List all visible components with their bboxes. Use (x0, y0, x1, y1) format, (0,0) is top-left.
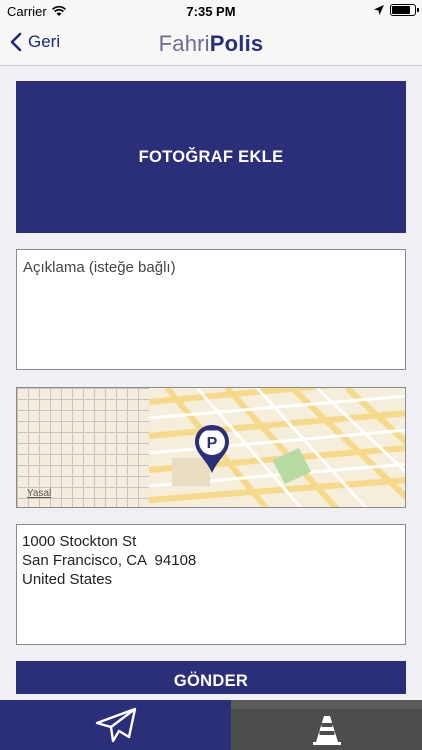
battery-icon (390, 4, 419, 16)
report-form: FOTOĞRAF EKLE Açıklama (isteğe bağlı) Ya… (0, 67, 422, 700)
svg-text:P: P (207, 435, 218, 452)
description-field[interactable]: Açıklama (isteğe bağlı) (16, 249, 406, 370)
logo-light-text: Fahri (158, 31, 210, 56)
tab-bar (0, 700, 422, 750)
logo-bold-text: Polis (209, 31, 264, 56)
app-logo: FahriPolis (0, 31, 422, 57)
navigation-bar: Geri FahriPolis (0, 22, 422, 66)
status-bar: Carrier 7:35 PM (0, 0, 422, 22)
add-photo-button[interactable]: FOTOĞRAF EKLE (16, 81, 406, 233)
map-legal-link[interactable]: Yasal (27, 488, 51, 499)
description-placeholder: Açıklama (isteğe bağlı) (23, 259, 176, 276)
address-line-2: San Francisco, CA 94108 (22, 552, 197, 569)
address-field[interactable]: 1000 Stockton St San Francisco, CA 94108… (16, 524, 406, 645)
tab-traffic-cone[interactable] (231, 709, 422, 750)
tab-send-report[interactable] (0, 700, 231, 750)
send-button[interactable]: GÖNDER (16, 661, 406, 694)
location-map[interactable]: Yasal P (16, 387, 406, 508)
paper-plane-icon (95, 707, 136, 743)
address-line-3: United States (22, 571, 113, 588)
status-time: 7:35 PM (186, 4, 236, 19)
location-arrow-icon (374, 5, 384, 15)
parking-pin-icon[interactable]: P (192, 423, 232, 475)
address-line-1: 1000 Stockton St (22, 533, 137, 550)
traffic-cone-icon (312, 715, 341, 745)
